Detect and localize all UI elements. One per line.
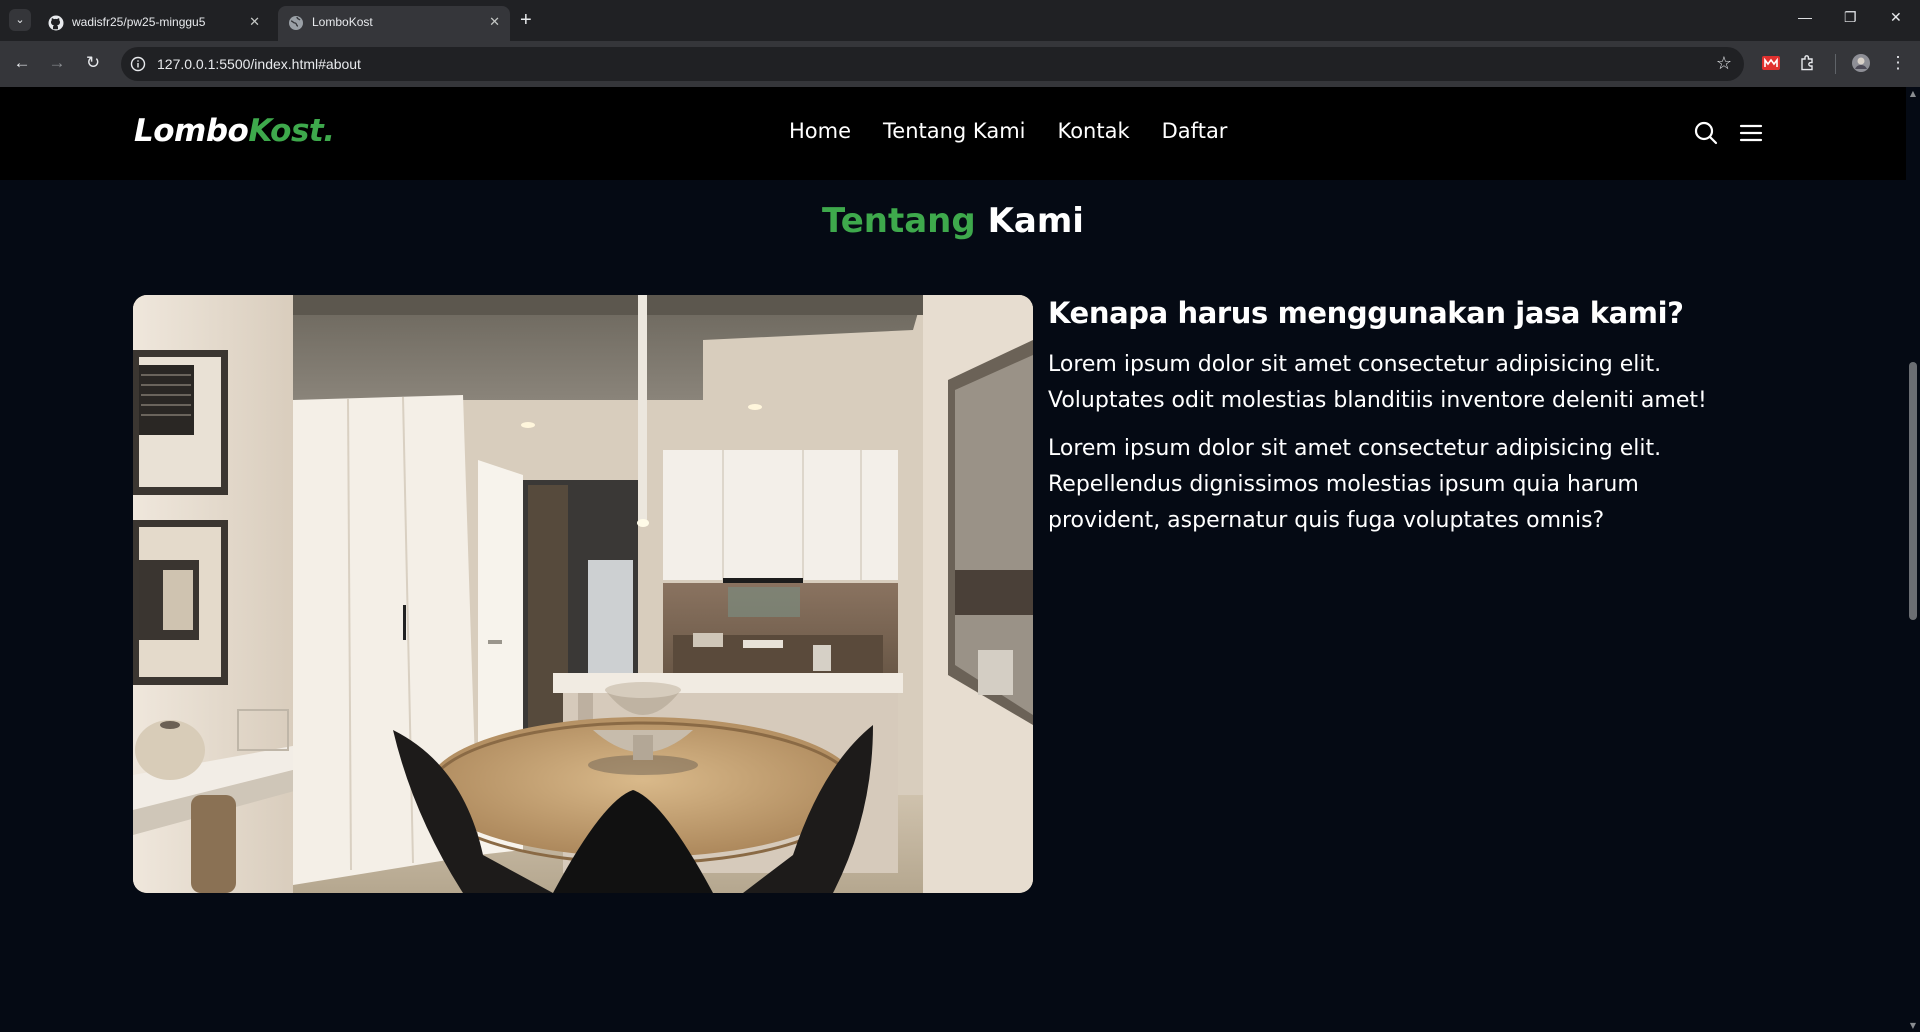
section-title-accent: Tentang <box>822 201 976 241</box>
site-logo[interactable]: LomboKost. <box>134 113 335 149</box>
logo-accent-text: Kost. <box>248 113 335 149</box>
page-viewport: LomboKost. Home Tentang Kami Kontak Daft… <box>0 87 1906 1032</box>
about-image <box>133 295 1033 893</box>
about-paragraph-2: Lorem ipsum dolor sit amet consectetur a… <box>1048 435 1662 533</box>
browser-tab-lombokost[interactable]: LomboKost ✕ <box>278 6 510 41</box>
tab-title: LomboKost <box>312 15 373 29</box>
extensions-puzzle-icon[interactable] <box>1798 53 1818 73</box>
scroll-down-icon[interactable]: ▼ <box>1908 1021 1918 1030</box>
new-tab-icon[interactable]: + <box>520 9 532 31</box>
extension-red-icon[interactable] <box>1761 53 1781 73</box>
section-title-main: Kami <box>987 201 1084 241</box>
scrollbar-thumb[interactable] <box>1909 362 1917 620</box>
about-paragraph-1: Lorem ipsum dolor sit amet consectetur a… <box>1048 351 1707 413</box>
about-heading: Kenapa harus menggunakan jasa kami? <box>1048 296 1684 330</box>
menu-item-kontak[interactable]: Kontak <box>1057 119 1129 143</box>
about-text-block: Kenapa harus menggunakan jasa kami? Lore… <box>1048 295 1748 551</box>
minimize-icon[interactable]: — <box>1798 9 1812 25</box>
menu-item-daftar[interactable]: Daftar <box>1162 119 1228 143</box>
address-bar[interactable]: 127.0.0.1:5500/index.html#about ☆ <box>121 47 1744 81</box>
site-navbar: LomboKost. Home Tentang Kami Kontak Daft… <box>0 87 1906 180</box>
profile-avatar-icon[interactable] <box>1851 53 1871 73</box>
browser-tab-github[interactable]: wadisfr25/pw25-minggu5 ✕ <box>38 6 270 41</box>
globe-icon <box>289 16 303 30</box>
menu-item-home[interactable]: Home <box>789 119 851 143</box>
back-icon[interactable]: ← <box>11 52 33 74</box>
page-scrollbar[interactable]: ▲ ▼ <box>1906 87 1920 1032</box>
tab-title: wadisfr25/pw25-minggu5 <box>72 15 206 29</box>
forward-icon[interactable]: → <box>46 52 68 74</box>
kitchen-interior-illustration <box>133 295 1033 893</box>
close-tab-icon[interactable]: ✕ <box>249 14 260 30</box>
github-icon <box>48 15 64 31</box>
section-title: Tentang Kami <box>0 201 1906 241</box>
browser-menu-icon[interactable]: ⋮ <box>1887 52 1909 74</box>
hamburger-menu-icon[interactable] <box>1738 120 1764 146</box>
tab-search-button[interactable]: ⌄ <box>9 9 31 31</box>
search-icon[interactable] <box>1693 120 1719 146</box>
close-tab-icon[interactable]: ✕ <box>489 14 500 30</box>
site-info-icon[interactable] <box>130 56 146 72</box>
close-window-icon[interactable]: ✕ <box>1890 9 1902 26</box>
browser-toolbar: ← → ↻ 127.0.0.1:5500/index.html#about ☆ … <box>0 41 1920 87</box>
reload-icon[interactable]: ↻ <box>82 52 104 74</box>
scroll-up-icon[interactable]: ▲ <box>1908 89 1918 98</box>
menu-item-tentang-kami[interactable]: Tentang Kami <box>883 119 1025 143</box>
url-text: 127.0.0.1:5500/index.html#about <box>157 56 361 72</box>
bookmark-star-icon[interactable]: ☆ <box>1716 53 1732 74</box>
logo-main-text: Lombo <box>134 113 249 149</box>
toolbar-divider <box>1835 54 1836 74</box>
restore-icon[interactable]: ❐ <box>1844 9 1857 26</box>
main-menu: Home Tentang Kami Kontak Daftar <box>789 119 1227 143</box>
browser-tab-bar: ⌄ wadisfr25/pw25-minggu5 ✕ LomboKost ✕ +… <box>0 0 1920 41</box>
